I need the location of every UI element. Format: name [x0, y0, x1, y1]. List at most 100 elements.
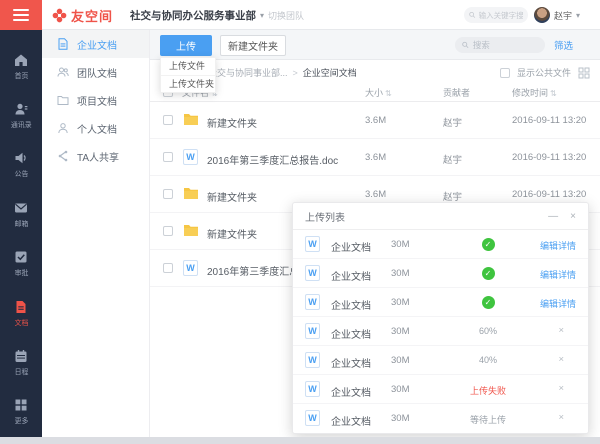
list-controls: 显示公共文件 — [499, 60, 590, 85]
user-menu[interactable]: 赵宇 ▾ — [534, 0, 580, 30]
word-doc-icon: W — [305, 381, 320, 397]
document-icon — [16, 300, 26, 313]
breadcrumb-separator: > — [292, 67, 298, 78]
hamburger-menu-icon[interactable] — [0, 0, 42, 30]
breadcrumb-parent[interactable]: 社交与协同事业部... — [208, 66, 288, 79]
row-checkbox[interactable] — [163, 189, 173, 199]
sidebar-item-personal-docs[interactable]: 个人文档 — [42, 114, 149, 142]
word-doc-icon: W — [305, 410, 320, 426]
user-name: 赵宇 — [554, 10, 573, 21]
avatar[interactable] — [534, 7, 550, 23]
grid-view-icon[interactable] — [578, 67, 590, 79]
nav-item-more[interactable]: 更多 — [0, 388, 42, 437]
team-switcher[interactable]: 社交与协同办公服务事业部 ▾ — [130, 0, 264, 30]
nav-rail: 首页 通讯录 公告 邮箱 审批 文档 日程 更多 — [0, 30, 42, 437]
table-row[interactable]: W 2016年第三季度汇总报告.doc 3.6M 赵宇 2016-09-11 1… — [150, 139, 600, 176]
global-search-input[interactable] — [478, 10, 523, 20]
menu-item-upload-folder[interactable]: 上传文件夹 — [161, 75, 215, 92]
upload-file-name: 企业文档 — [331, 359, 371, 370]
sidebar-item-project-docs[interactable]: 项目文档 — [42, 86, 149, 114]
nav-label: 通讯录 — [10, 120, 32, 129]
row-checkbox[interactable] — [163, 263, 173, 273]
cancel-upload-icon[interactable]: × — [558, 412, 564, 423]
file-search[interactable] — [455, 37, 545, 53]
file-search-input[interactable] — [472, 40, 538, 50]
folder-icon — [184, 225, 198, 236]
breadcrumb-current: 企业空间文档 — [302, 68, 357, 78]
sidebar-item-team-docs[interactable]: 团队文档 — [42, 58, 149, 86]
sidebar-item-enterprise-docs[interactable]: 企业文档 — [42, 30, 149, 58]
app-window: 友空间 社交与协同办公服务事业部 ▾ 切换团队 赵宇 ▾ 首页 通讯录 — [0, 0, 600, 444]
word-doc-icon: W — [305, 294, 320, 310]
upload-panel-title: 上传列表 — [305, 212, 345, 224]
upload-file-size: 30M — [391, 268, 410, 279]
word-doc-icon: W — [183, 149, 198, 165]
approval-icon — [15, 251, 27, 263]
switch-team-link[interactable]: 切换团队 — [268, 0, 304, 30]
chevron-down-icon: ▾ — [576, 10, 581, 20]
nav-label: 更多 — [14, 416, 28, 425]
sort-icon[interactable]: ⇅ — [550, 89, 557, 98]
doc-sidebar: 企业文档 团队文档 项目文档 个人文档 TA人共享 — [42, 30, 150, 437]
cancel-upload-icon[interactable]: × — [558, 354, 564, 365]
column-header-size[interactable]: 大小 ⇅ — [365, 86, 392, 99]
upload-button[interactable]: 上传 — [160, 35, 212, 56]
row-checkbox[interactable] — [163, 152, 173, 162]
word-doc-icon: W — [183, 260, 198, 276]
upload-status: ✓ — [453, 267, 523, 280]
column-header-modified[interactable]: 修改时间 ⇅ — [512, 86, 557, 99]
nav-label: 审批 — [14, 268, 28, 277]
file-name[interactable]: 2016年第三季度汇总报告.doc — [207, 152, 338, 167]
sidebar-item-label: 个人文档 — [77, 124, 117, 136]
global-search[interactable] — [464, 7, 528, 23]
sidebar-item-label: 团队文档 — [77, 68, 117, 80]
contacts-icon — [15, 103, 28, 115]
file-name[interactable]: 新建文件夹 — [207, 189, 257, 204]
nav-label: 文档 — [14, 317, 28, 327]
nav-item-mail[interactable]: 邮箱 — [0, 190, 42, 239]
nav-label: 日程 — [14, 367, 28, 376]
filter-link[interactable]: 筛选 — [554, 30, 573, 60]
team-name: 社交与协同办公服务事业部 — [130, 9, 256, 22]
upload-progress: 60% — [478, 326, 497, 336]
share-icon — [58, 150, 68, 162]
sidebar-item-shared-with-me[interactable]: TA人共享 — [42, 142, 149, 170]
nav-item-contacts[interactable]: 通讯录 — [0, 91, 42, 140]
menu-item-upload-file[interactable]: 上传文件 — [161, 58, 215, 75]
show-public-checkbox[interactable] — [499, 67, 510, 78]
column-header-contributor[interactable]: 贡献者 — [443, 86, 470, 99]
upload-file-name: 企业文档 — [331, 388, 371, 399]
nav-item-documents[interactable]: 文档 — [0, 289, 42, 338]
file-name[interactable]: 新建文件夹 — [207, 226, 257, 241]
new-folder-button[interactable]: 新建文件夹 — [220, 35, 286, 56]
minimize-icon[interactable]: — — [548, 211, 558, 222]
home-icon — [15, 54, 27, 66]
close-icon[interactable]: × — [570, 211, 576, 222]
upload-file-name: 企业文档 — [331, 417, 371, 428]
cancel-upload-icon[interactable]: × — [558, 325, 564, 336]
edit-details-link[interactable]: 编辑详情 — [540, 268, 576, 281]
table-header: 文件名 ⇅ 大小 ⇅ 贡献者 修改时间 ⇅ — [150, 85, 600, 102]
nav-item-calendar[interactable]: 日程 — [0, 338, 42, 387]
nav-item-approval[interactable]: 审批 — [0, 240, 42, 289]
upload-list-panel: 上传列表 — × W 企业文档 30M ✓ 编辑详情 W 企业文档 30M ✓ … — [292, 202, 589, 434]
word-doc-icon: W — [305, 323, 320, 339]
file-name[interactable]: 新建文件夹 — [207, 115, 257, 130]
top-bar: 友空间 社交与协同办公服务事业部 ▾ 切换团队 赵宇 ▾ — [0, 0, 600, 30]
search-icon — [469, 11, 476, 18]
nav-item-home[interactable]: 首页 — [0, 42, 42, 91]
row-checkbox[interactable] — [163, 226, 173, 236]
nav-label: 首页 — [14, 71, 28, 80]
edit-details-link[interactable]: 编辑详情 — [540, 239, 576, 252]
edit-details-link[interactable]: 编辑详情 — [540, 297, 576, 310]
cancel-upload-icon[interactable]: × — [558, 383, 564, 394]
nav-item-announcement[interactable]: 公告 — [0, 141, 42, 190]
row-checkbox[interactable] — [163, 115, 173, 125]
upload-dropdown-menu: 上传文件 上传文件夹 — [160, 57, 216, 93]
upload-file-size: 30M — [391, 413, 410, 424]
more-grid-icon — [15, 399, 27, 411]
sidebar-item-label: 项目文档 — [77, 96, 117, 108]
sort-icon[interactable]: ⇅ — [385, 89, 392, 98]
table-row[interactable]: 新建文件夹 3.6M 赵宇 2016-09-11 13:20 — [150, 102, 600, 139]
show-public-label[interactable]: 显示公共文件 — [517, 66, 571, 79]
